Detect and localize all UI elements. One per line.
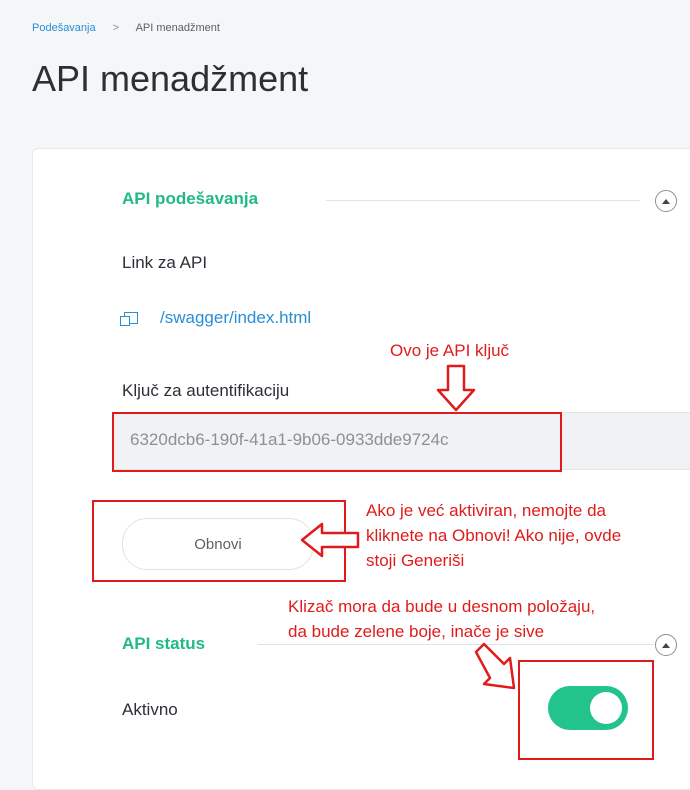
api-status-header: API status <box>122 634 205 654</box>
annotation-arrow-down-icon <box>436 364 476 412</box>
section-divider <box>326 200 640 201</box>
breadcrumb-separator: > <box>112 22 120 34</box>
annotation-line: Ako je već aktiviran, nemojte da <box>366 501 607 520</box>
copy-link-icon[interactable] <box>120 312 138 326</box>
annotation-key-note: Ovo je API ključ <box>390 341 510 360</box>
auth-key-label: Ključ za autentifikaciju <box>122 381 290 400</box>
annotation-button-note: Ako je već aktiviran, nemojte da kliknet… <box>366 498 621 573</box>
page-title: API menadžment <box>32 58 309 99</box>
api-settings-title: API podešavanja <box>122 189 259 208</box>
api-link-row: /swagger/index.html <box>120 308 311 328</box>
collapse-up-icon <box>662 642 670 648</box>
collapse-api-status-button[interactable] <box>655 634 677 656</box>
collapse-up-icon <box>662 198 670 204</box>
section-divider <box>258 644 654 645</box>
breadcrumb-parent-link[interactable]: Podešavanja <box>32 22 96 34</box>
breadcrumb-current: API menadžment <box>135 22 220 34</box>
annotation-toggle-note: Klizač mora da bude u desnom položaju, d… <box>288 594 595 644</box>
api-settings-header: API podešavanja <box>122 189 258 209</box>
active-label: Aktivno <box>122 700 178 719</box>
annotation-line: stoji Generiši <box>366 551 465 570</box>
annotation-key-box <box>112 412 562 472</box>
annotation-arrow-left-icon <box>300 522 360 558</box>
annotation-toggle-box <box>518 660 654 760</box>
breadcrumb: Podešavanja > API menadžment <box>32 22 220 34</box>
annotation-arrow-diagonal-icon <box>474 642 516 690</box>
api-swagger-link[interactable]: /swagger/index.html <box>160 308 311 328</box>
annotation-line: kliknete na Obnovi! Ako nije, ovde <box>366 526 622 545</box>
annotation-line: Klizač mora da bude u desnom položaju, <box>288 597 596 616</box>
annotation-line: da bude zelene boje, inače je sive <box>288 622 545 641</box>
api-status-title: API status <box>122 634 206 653</box>
api-link-label: Link za API <box>122 253 208 272</box>
collapse-api-settings-button[interactable] <box>655 190 677 212</box>
